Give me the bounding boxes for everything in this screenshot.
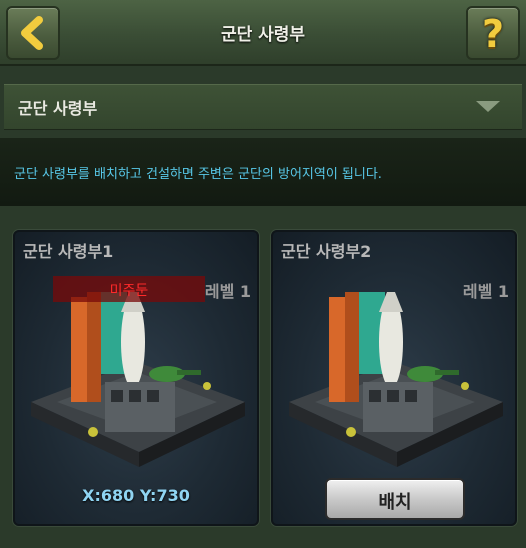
level-label: 레벨 1 [462,282,509,301]
hq-card-title: 군단 사령부2 [281,242,372,261]
hq-card-1[interactable]: 군단 사령부1 미주둔 레벨 1 X:680 Y:730 [13,230,259,526]
level-label: 레벨 1 [204,282,251,301]
hq-building-image [289,292,503,467]
coordinates-link[interactable]: X:680 Y:730 [15,486,257,505]
description-text: 군단 사령부를 배치하고 건설하면 주변은 군단의 방어지역이 됩니다. [14,167,382,182]
dropdown-selected-label: 군단 사령부 [18,99,98,118]
page-title: 군단 사령부 [220,25,306,45]
hq-card-2[interactable]: 군단 사령부2 레벨 1 배치 [271,230,517,526]
hq-building-image [31,292,245,467]
question-mark-icon: ? [481,12,505,56]
top-bar: 군단 사령부 ? [0,0,526,66]
triangle-down-icon [476,101,500,112]
category-dropdown[interactable]: 군단 사령부 [4,84,522,130]
unoccupied-status-text: 미주둔 [109,283,149,299]
description-banner: 군단 사령부를 배치하고 건설하면 주변은 군단의 방어지역이 됩니다. [0,138,526,206]
unoccupied-status-badge: 미주둔 [53,276,205,302]
hq-card-title: 군단 사령부1 [23,242,114,261]
deploy-button-label: 배치 [378,492,412,513]
deploy-button[interactable]: 배치 [325,478,465,520]
help-button[interactable]: ? [466,6,520,60]
